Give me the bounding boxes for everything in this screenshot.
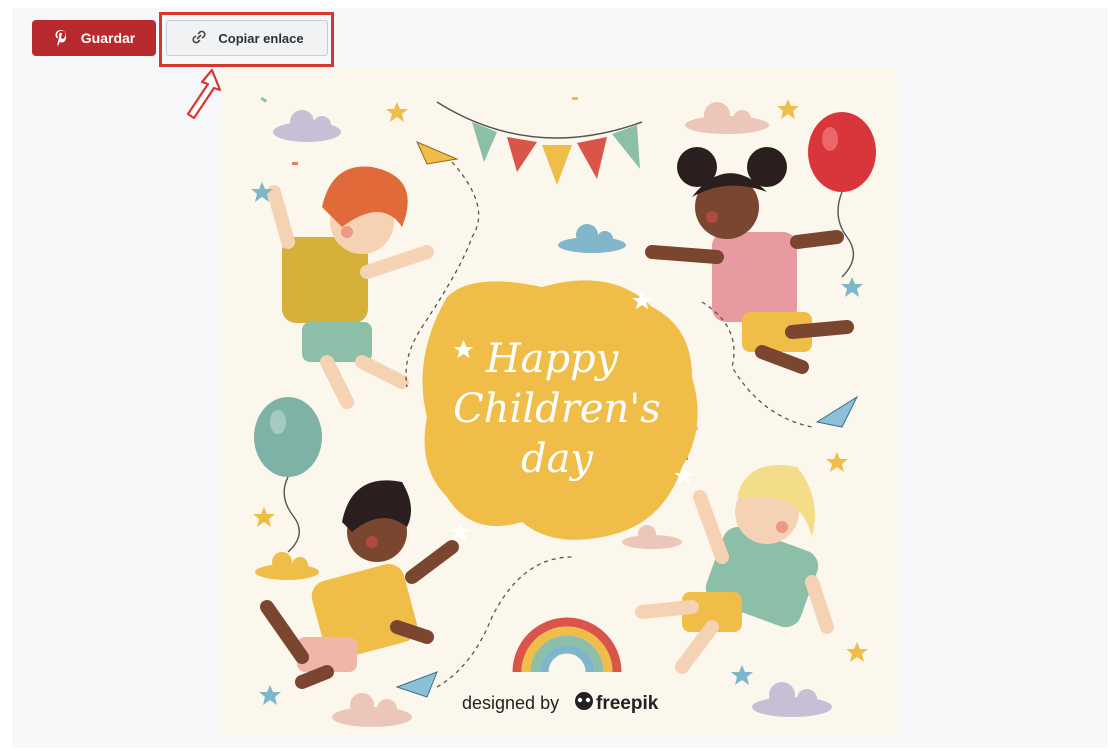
link-icon (190, 28, 208, 49)
headline-line-2: Children's (453, 386, 661, 432)
freepik-logo-icon (575, 692, 593, 710)
save-label: Guardar (80, 30, 136, 46)
copy-link-button[interactable]: Copiar enlace (166, 20, 328, 56)
credit-prefix: designed by (462, 693, 559, 713)
copy-link-label: Copiar enlace (218, 30, 304, 46)
annotation-arrow-icon (184, 68, 224, 120)
save-button[interactable]: Guardar (32, 20, 156, 56)
pinterest-icon (53, 29, 69, 47)
headline-line-3: day (521, 436, 594, 482)
childrens-day-illustration: Happy Children's day designed by freepik (222, 67, 898, 735)
headline-line-1: Happy (485, 336, 620, 382)
credit-brand: freepik (596, 693, 659, 714)
